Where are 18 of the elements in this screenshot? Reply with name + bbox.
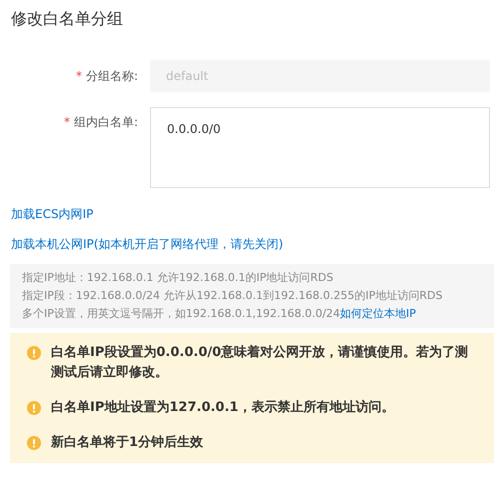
page-title: 修改白名单分组	[11, 8, 124, 30]
hint-text: 指定IP地址：192.168.0.1 允许192.168.0.1的IP地址访问RDS	[22, 270, 334, 286]
load-ip-link[interactable]: 加载本机公网IP(如本机开启了网络代理，请先关闭)	[11, 236, 494, 252]
required-mark: *	[76, 68, 82, 85]
whitelist-field[interactable]: 0.0.0.0/0	[150, 107, 490, 188]
load-ip-link[interactable]: 加载ECS内网IP	[11, 206, 494, 222]
warning-icon	[27, 401, 41, 415]
field-label: 组内白名单:	[74, 114, 138, 131]
field-label: 分组名称:	[86, 68, 138, 85]
warning-text: 白名单IP地址设置为127.0.0.1，表示禁止所有地址访问。	[51, 398, 394, 417]
hint-text: 多个IP设置，用英文逗号隔开，如192.168.0.1,192.168.0.0/24如何定位本地IP	[22, 306, 417, 322]
warning-icon	[27, 436, 41, 450]
warning-text: 白名单IP段设置为0.0.0.0/0意味着对公网开放，请谨慎使用。若为了测 测试后请立即修改。	[51, 344, 468, 382]
required-mark: *	[64, 114, 70, 131]
locate-ip-link[interactable]: 如何定位本地IP	[340, 307, 416, 320]
warning-text: 新白名单将于1分钟后生效	[51, 434, 204, 452]
hint-text: 指定IP段：192.168.0.0/24 允许从192.168.0.1到192.168.0.255的IP地址访问RDS	[22, 288, 444, 304]
warning-icon	[27, 346, 41, 360]
